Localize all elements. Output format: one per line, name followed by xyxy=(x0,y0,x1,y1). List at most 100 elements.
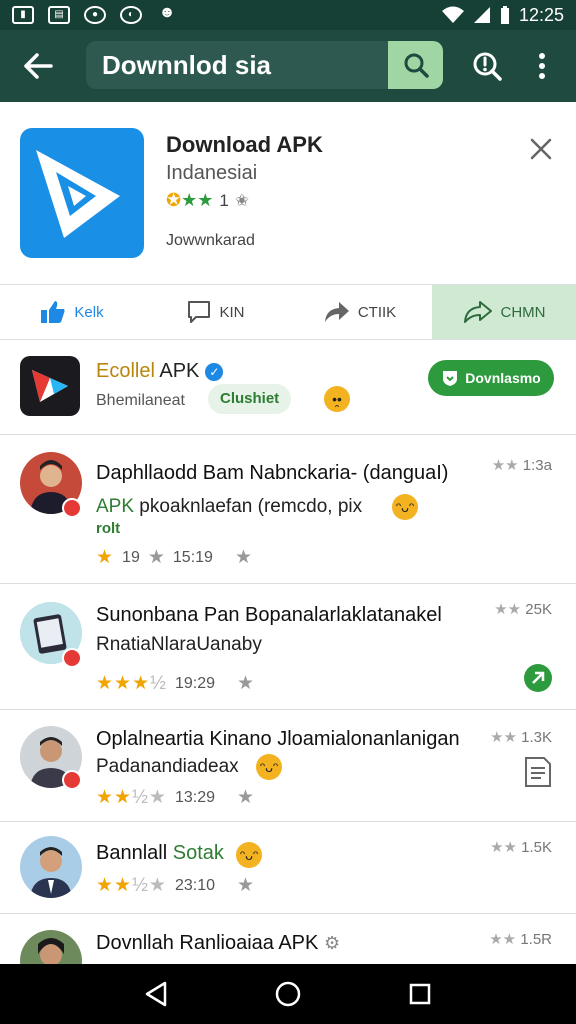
list-item-time: 13:29 xyxy=(174,788,216,806)
download-button-label: Dovnlasmo xyxy=(465,370,541,386)
notification-badge-icon xyxy=(62,770,82,790)
action-forward[interactable]: CHMN xyxy=(432,285,576,339)
favorite-star-icon[interactable]: ★ xyxy=(235,546,252,569)
favorite-star-icon[interactable]: ★ xyxy=(237,672,254,695)
list-item-line2-green: APK xyxy=(96,496,135,517)
rating-stars-icon: ★★½★ xyxy=(96,787,167,808)
verified-icon: ✓ xyxy=(205,362,224,381)
rating-stars-icon: ★★½★ xyxy=(96,875,167,896)
app-icon[interactable] xyxy=(20,128,144,258)
list-item-title: Dovnllah Ranlioaiaa APK ⚙ xyxy=(96,932,341,954)
status-icons-left: ▮ ▤ ● ◐ ☻ xyxy=(12,4,178,24)
list-item-title: Bannlall Sotak xyxy=(96,842,224,864)
list-item[interactable]: Sunonbana Pan Bopanalarlaklatanakel Rnat… xyxy=(0,584,576,710)
list-item-line2: RnatiaNlaraUanaby xyxy=(96,634,262,655)
face-icon: ☻ xyxy=(158,4,176,21)
list-item-line2: Padanandiadeax xyxy=(96,756,239,777)
action-like-label: Kelk xyxy=(74,303,104,321)
green-action-icon[interactable] xyxy=(522,662,554,694)
favorite-star-icon[interactable]: ★ xyxy=(237,874,254,897)
download-shield-icon xyxy=(443,371,458,386)
featured-chip[interactable]: Clushiet xyxy=(208,384,292,414)
more-vert-icon xyxy=(539,53,545,79)
image-icon: ▮ xyxy=(12,6,34,24)
list-item-count: ★★ 1.5K xyxy=(490,839,552,856)
list-item-title-green: Sotak xyxy=(172,842,224,864)
nfc-icon: ◐ xyxy=(120,6,142,24)
list-item[interactable]: Oplalneartia Kinano Jloamialonanlanigan … xyxy=(0,710,576,822)
action-share[interactable]: CTIIK xyxy=(288,285,432,339)
back-button[interactable] xyxy=(10,38,66,94)
comment-icon xyxy=(188,301,211,323)
rating-stars-icon: ✪★★ xyxy=(166,190,214,210)
featured-title: Ecollel APK ✓ xyxy=(96,360,224,383)
news-icon: ▤ xyxy=(48,6,70,24)
list-item-rating: 19 xyxy=(122,548,140,566)
signal-icon xyxy=(473,7,490,23)
action-like[interactable]: Kelk xyxy=(0,285,144,339)
app-title: Download APK xyxy=(166,132,323,157)
search-input[interactable]: Downnlod sia xyxy=(102,41,271,89)
list-item-meta: ★★★½ 19:29 ★ xyxy=(96,672,254,695)
list-item-title: Daphllaodd Bam Nabnckaria- (danguaI) xyxy=(96,462,449,484)
app-meta: Jowwnkarad xyxy=(166,232,255,249)
wifi-icon xyxy=(441,6,464,23)
share-icon xyxy=(324,302,349,322)
smile-emoji-icon: ᵔᴗᵔ xyxy=(256,754,282,780)
list-item[interactable]: Bannlall Sotak ᵔᴗᵔ ★★½★ 23:10 ★ ★★ 1.5K xyxy=(0,822,576,914)
star-icon: ★ xyxy=(96,547,115,568)
list-item-count: ★★ 1:3a xyxy=(491,457,552,474)
list-item-meta: ★ 19 ★ 15:19 ★ xyxy=(96,546,252,569)
featured-title-rest: APK xyxy=(154,360,200,382)
app-bar: Downnlod sia xyxy=(0,30,576,102)
list-item-title: Oplalneartia Kinano Jloamialonanlanigan xyxy=(96,728,460,750)
nav-back-button[interactable] xyxy=(136,974,176,1014)
action-comment-label: KIN xyxy=(219,303,245,321)
close-button[interactable] xyxy=(524,132,558,166)
battery-icon xyxy=(500,6,509,24)
nav-home-button[interactable] xyxy=(268,974,308,1014)
list-item-count: ★★ 25K xyxy=(494,601,552,618)
search-info-icon xyxy=(473,52,502,81)
arrow-back-icon xyxy=(24,53,53,79)
featured-item[interactable]: Ecollel APK ✓ Bhemilaneat Clushiet •̯• Do… xyxy=(0,340,576,435)
list-item[interactable]: Daphllaodd Bam Nabnckaria- (danguaI) APK… xyxy=(0,436,576,584)
list-item-time: 19:29 xyxy=(174,674,216,692)
list-item-count: ★★ 1.3K xyxy=(490,729,552,746)
action-comment[interactable]: KIN xyxy=(144,285,288,339)
list-item-time: 23:10 xyxy=(174,876,216,894)
prism-logo-icon xyxy=(32,370,68,402)
nav-recents-button[interactable] xyxy=(400,974,440,1014)
search-info-button[interactable] xyxy=(465,44,509,88)
notification-badge-icon xyxy=(62,648,82,668)
favorite-star-icon[interactable]: ★ xyxy=(237,786,254,809)
close-icon xyxy=(530,138,552,160)
document-icon[interactable] xyxy=(522,756,554,788)
featured-app-icon xyxy=(20,356,80,416)
status-bar: ▮ ▤ ● ◐ ☻ 12:25 xyxy=(0,0,576,30)
search-button[interactable] xyxy=(388,41,443,89)
status-time: 12:25 xyxy=(518,4,564,25)
list-item-line2-text: pkoaknlaefan (remcdo, pix xyxy=(134,496,363,517)
search-box[interactable]: Downnlod sia xyxy=(86,41,443,89)
list-item-meta: ★★½★ 23:10 ★ xyxy=(96,874,254,897)
list-item[interactable]: Dovnllah Ranlioaiaa APK ⚙ ★★ 1.5R xyxy=(0,914,576,992)
app-header-card: Download APK Indanesiai ✪★★ 1 ✬ Jowwnkar… xyxy=(0,102,576,284)
navigation-bar xyxy=(0,964,576,1024)
download-button[interactable]: Dovnlasmo xyxy=(428,360,554,396)
triangle-back-icon xyxy=(145,981,167,1007)
star-outline-icon: ✬ xyxy=(234,190,250,210)
thumbs-up-icon xyxy=(41,301,65,323)
action-forward-label: CHMN xyxy=(500,303,546,321)
list-item-time: 15:19 xyxy=(172,548,213,566)
square-recents-icon xyxy=(409,983,431,1005)
messenger-icon: ● xyxy=(84,6,106,24)
more-options-button[interactable] xyxy=(520,44,564,88)
search-icon xyxy=(404,53,429,78)
app-rating: ✪★★ 1 ✬ xyxy=(166,190,249,211)
star-outline-icon: ★ xyxy=(147,547,165,568)
circle-home-icon xyxy=(275,981,301,1007)
app-subtitle: Indanesiai xyxy=(166,162,258,184)
rating-stars-icon: ★★★½ xyxy=(96,673,167,694)
list-item-line2: APK pkoaknlaefan (remcdo, pix xyxy=(96,496,362,518)
